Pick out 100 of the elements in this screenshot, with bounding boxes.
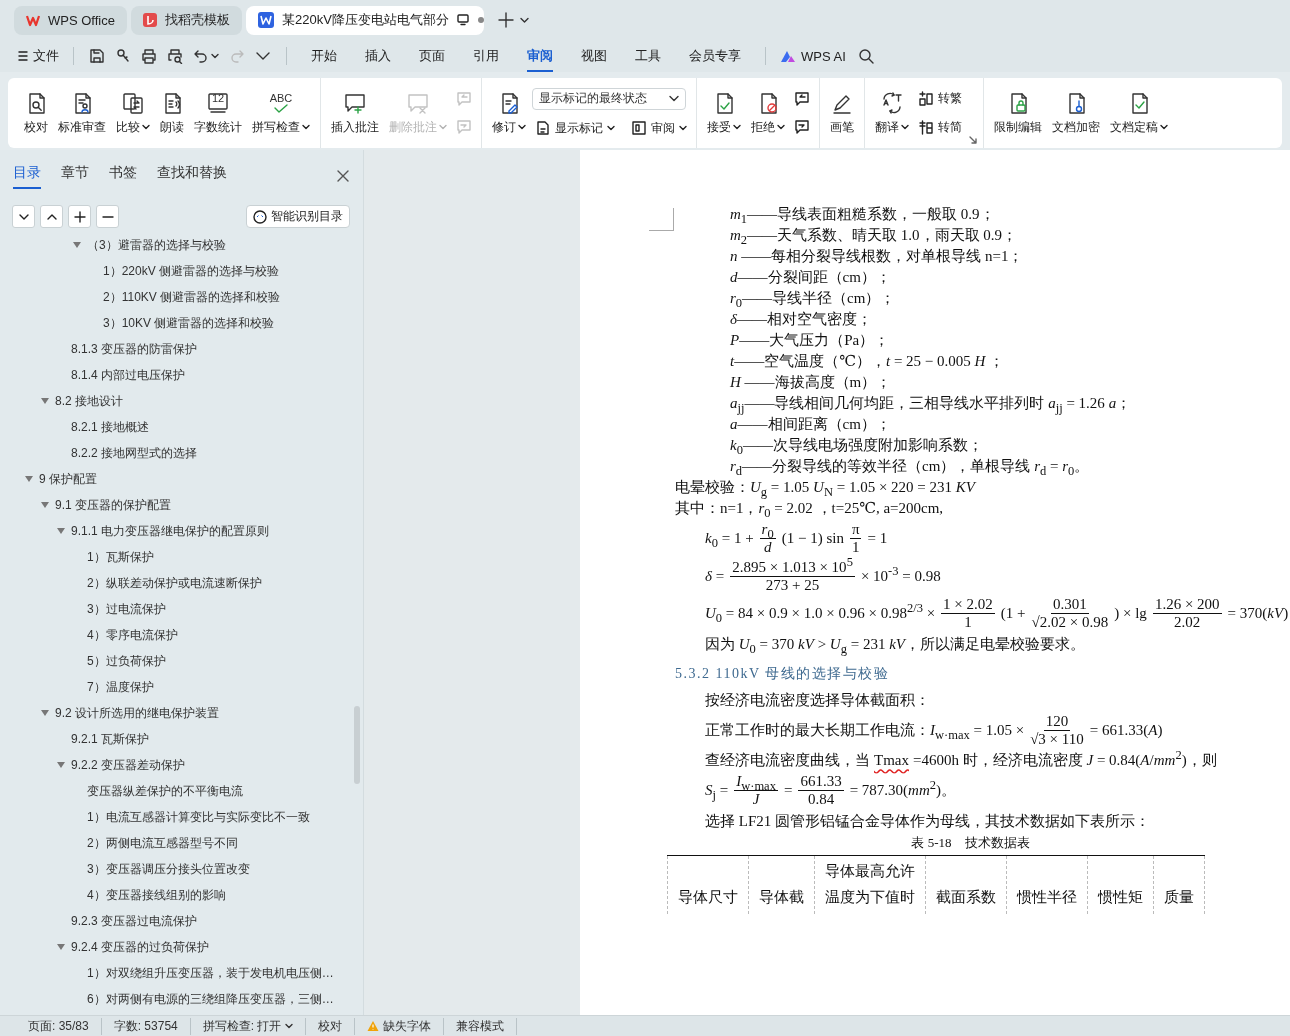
ribbon-tab[interactable]: 会员专享 bbox=[689, 40, 741, 72]
toc-item[interactable]: 8.2.1 接地概述 bbox=[0, 414, 363, 440]
toc-item[interactable]: 6）对两侧有电源的三绕组降压变压器，三侧… bbox=[0, 986, 363, 1012]
ribbon-tab[interactable]: 开始 bbox=[311, 40, 337, 72]
comment-previous-icon[interactable] bbox=[794, 91, 810, 107]
toc-item[interactable]: 1）220kV 侧避雷器的选择与校验 bbox=[0, 258, 363, 284]
caret-icon[interactable] bbox=[57, 528, 65, 534]
close-icon[interactable] bbox=[337, 169, 349, 182]
toc-item[interactable]: 1）瓦斯保护 bbox=[0, 544, 363, 570]
toc-item[interactable]: 变压器纵差保护的不平衡电流 bbox=[0, 778, 363, 804]
save-icon[interactable] bbox=[89, 48, 105, 64]
toc-tool-button[interactable] bbox=[12, 205, 35, 228]
toc-tool-button[interactable] bbox=[96, 205, 119, 228]
sidebar-tab[interactable]: 查找和替换 bbox=[157, 162, 227, 189]
print-preview-icon[interactable] bbox=[167, 48, 183, 64]
ribbon-button[interactable]: 修订 bbox=[488, 82, 530, 144]
ribbon-tab[interactable]: 页面 bbox=[419, 40, 445, 72]
document-tab[interactable]: WPS Office bbox=[14, 5, 127, 35]
search-icon[interactable] bbox=[857, 48, 874, 64]
status-text: 校对 bbox=[306, 1017, 356, 1035]
ribbon-button[interactable]: 拒绝 bbox=[747, 82, 789, 144]
document-tab[interactable]: 某220kV降压变电站电气部分 bbox=[245, 5, 484, 35]
ribbon-tab[interactable]: 工具 bbox=[635, 40, 661, 72]
toc-item[interactable]: 4）变压器接线组别的影响 bbox=[0, 882, 363, 908]
smart-toc-button[interactable]: 智能识别目录 bbox=[246, 205, 350, 228]
caret-icon[interactable] bbox=[41, 398, 49, 404]
ai-button[interactable]: WPS AI bbox=[776, 45, 850, 67]
fraction: 1 × 2.02 1 bbox=[941, 596, 995, 632]
toc-item[interactable]: 9.2.3 变压器过电流保护 bbox=[0, 908, 363, 934]
caret-icon[interactable] bbox=[41, 502, 49, 508]
new-tab-icon[interactable] bbox=[497, 12, 514, 28]
toc-item[interactable]: 8.1.4 内部过电压保护 bbox=[0, 362, 363, 388]
ribbon-tab[interactable]: 插入 bbox=[365, 40, 391, 72]
toc-item[interactable]: 3）10KV 侧避雷器的选择和校验 bbox=[0, 310, 363, 336]
print-icon[interactable] bbox=[141, 48, 157, 64]
toc-item[interactable]: 9.2.1 瓦斯保护 bbox=[0, 726, 363, 752]
toc-item[interactable]: 5）过负荷保护 bbox=[0, 648, 363, 674]
caret-icon[interactable] bbox=[73, 242, 81, 248]
toc-item[interactable]: 9 保护配置 bbox=[0, 466, 363, 492]
ribbon-button[interactable]: 文档定稿 bbox=[1106, 82, 1172, 144]
ribbon-button[interactable]: 文档加密 bbox=[1048, 82, 1104, 144]
toc-item[interactable]: 4）零序电流保护 bbox=[0, 622, 363, 648]
ribbon-button[interactable]: 翻译 bbox=[871, 82, 913, 144]
ribbon-button[interactable]: ABC 拼写检查 bbox=[248, 82, 314, 144]
toc-tool-button[interactable] bbox=[68, 205, 91, 228]
toc-item[interactable]: 9.2 设计所选用的继电保护装置 bbox=[0, 700, 363, 726]
caret-icon[interactable] bbox=[25, 476, 33, 482]
toc-item[interactable]: 1）电流互感器计算变比与实际变比不一致 bbox=[0, 804, 363, 830]
toc-item[interactable]: 7）温度保护 bbox=[0, 674, 363, 700]
caret-icon[interactable] bbox=[519, 16, 529, 24]
ribbon-button[interactable]: 12 字数统计 bbox=[190, 82, 246, 144]
ribbon-button[interactable]: 比较 bbox=[112, 82, 154, 144]
ribbon-button[interactable]: 接受 bbox=[703, 82, 745, 144]
status-button[interactable]: 拼写检查: 打开 bbox=[190, 1017, 307, 1035]
ribbon-button[interactable]: 插入批注 bbox=[327, 82, 383, 144]
ribbon-button[interactable]: 朗读 bbox=[156, 82, 188, 144]
sidebar-tab[interactable]: 目录 bbox=[13, 162, 41, 189]
ribbon-button[interactable]: 校对 bbox=[20, 82, 52, 144]
ribbon-button[interactable]: 限制编辑 bbox=[990, 82, 1046, 144]
toc-item[interactable]: 8.1.3 变压器的防雷保护 bbox=[0, 336, 363, 362]
toc-item[interactable]: 9.2.4 变压器的过负荷保护 bbox=[0, 934, 363, 960]
toc-item[interactable]: 2）两侧电流互感器型号不同 bbox=[0, 830, 363, 856]
ribbon-button[interactable]: 标准审查 bbox=[54, 82, 110, 144]
ribbon-tab[interactable]: 引用 bbox=[473, 40, 499, 72]
launcher-icon[interactable] bbox=[969, 136, 977, 144]
ribbon-button[interactable]: 转繁 bbox=[915, 88, 965, 109]
toc-item[interactable]: 3）变压器调压分接头位置改变 bbox=[0, 856, 363, 882]
ribbon-tab[interactable]: 审阅 bbox=[527, 40, 553, 72]
sidebar-tab[interactable]: 章节 bbox=[61, 162, 89, 189]
status-button[interactable]: 缺失字体 bbox=[355, 1017, 445, 1035]
paragraph: 电晕校验：U$_{g}$ = 1.05 U$_{N}$ = 1.05 × 220 = 231 KV bbox=[675, 478, 978, 498]
toc-item[interactable]: 9.2.2 变压器差动保护 bbox=[0, 752, 363, 778]
toc-item[interactable]: （3）避雷器的选择与校验 bbox=[0, 232, 363, 258]
file-menu[interactable]: 文件 bbox=[14, 44, 63, 68]
undo-icon[interactable] bbox=[193, 48, 209, 64]
comment-next-icon[interactable] bbox=[794, 119, 810, 135]
unsaved-dot-icon bbox=[476, 16, 485, 24]
toc-item[interactable]: 2）纵联差动保护或电流速断保护 bbox=[0, 570, 363, 596]
toc-item[interactable]: 9.1.1 电力变压器继电保护的配置原则 bbox=[0, 518, 363, 544]
toc-item[interactable]: 1）对双绕组升压变压器，装于发电机电压侧… bbox=[0, 960, 363, 986]
ribbon-button[interactable]: 显示标记 bbox=[532, 117, 618, 139]
toc-item[interactable]: 8.2.2 接地网型式的选择 bbox=[0, 440, 363, 466]
ribbon-button[interactable]: 审阅 bbox=[628, 117, 690, 139]
ribbon-tab[interactable]: 视图 bbox=[581, 40, 607, 72]
toc-item[interactable]: 2）110KV 侧避雷器的选择和校验 bbox=[0, 284, 363, 310]
toc-item[interactable]: 9.1 变压器的保护配置 bbox=[0, 492, 363, 518]
markup-dropdown[interactable]: 显示标记的最终状态 bbox=[532, 87, 686, 110]
toc-item[interactable]: 8.2 接地设计 bbox=[0, 388, 363, 414]
template-logo-icon bbox=[142, 13, 157, 27]
ribbon-button[interactable]: 画笔 bbox=[826, 82, 858, 144]
toc-tool-button[interactable] bbox=[40, 205, 63, 228]
ribbon-button[interactable]: 转简 bbox=[915, 117, 965, 138]
document-tab[interactable]: 找稻壳模板 bbox=[130, 5, 242, 35]
caret-icon[interactable] bbox=[57, 944, 65, 950]
monitor-icon[interactable] bbox=[456, 14, 469, 26]
sidebar-tab[interactable]: 书签 bbox=[109, 162, 137, 189]
caret-icon[interactable] bbox=[41, 710, 49, 716]
toc-item[interactable]: 3）过电流保护 bbox=[0, 596, 363, 622]
caret-icon[interactable] bbox=[57, 762, 65, 768]
table-header-cell: 导体截 bbox=[748, 855, 815, 914]
